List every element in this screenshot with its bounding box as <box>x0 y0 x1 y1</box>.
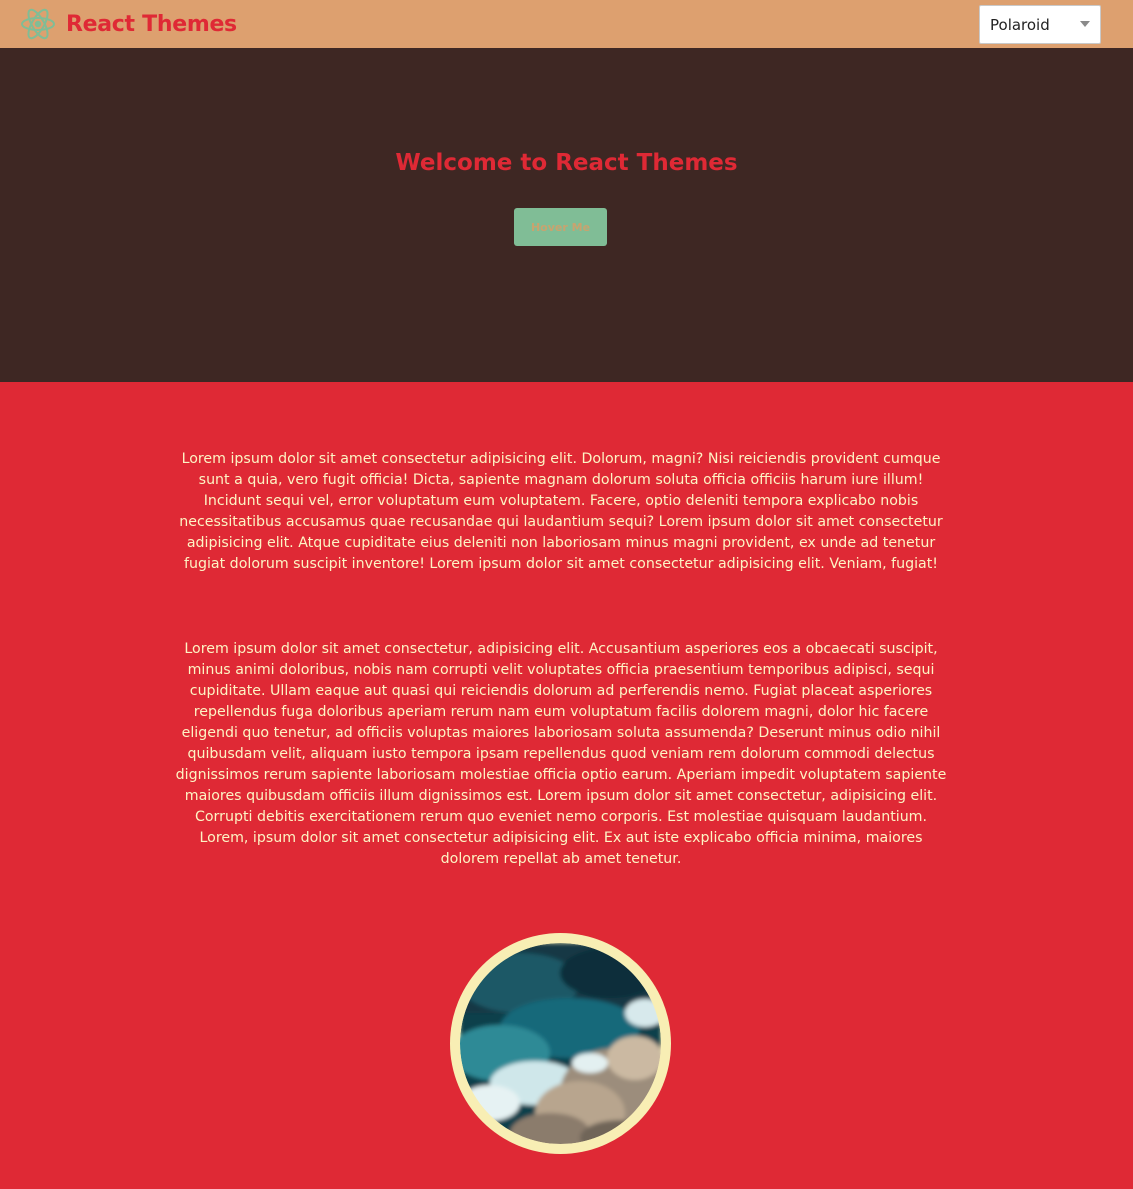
hero-section: Welcome to React Themes Hover Me <box>0 48 1133 382</box>
react-atom-icon <box>21 8 55 40</box>
ocean-rocks-photo <box>460 943 661 1144</box>
theme-select[interactable]: Polaroid <box>979 5 1101 44</box>
paragraph-2: Lorem ipsum dolor sit amet consectetur, … <box>175 641 947 867</box>
theme-select-value: Polaroid <box>990 15 1050 34</box>
paragraph-1: Lorem ipsum dolor sit amet consectetur a… <box>179 451 943 572</box>
chevron-down-icon <box>1080 21 1090 27</box>
avatar-frame <box>450 933 671 1154</box>
brand[interactable]: React Themes <box>19 6 237 42</box>
hero-title: Welcome to React Themes <box>395 150 738 176</box>
brand-title: React Themes <box>66 11 237 37</box>
hover-me-button[interactable]: Hover Me <box>514 208 607 246</box>
content-section: Lorem ipsum dolor sit amet consectetur a… <box>0 382 1133 1189</box>
navbar: React Themes Polaroid <box>0 0 1133 48</box>
